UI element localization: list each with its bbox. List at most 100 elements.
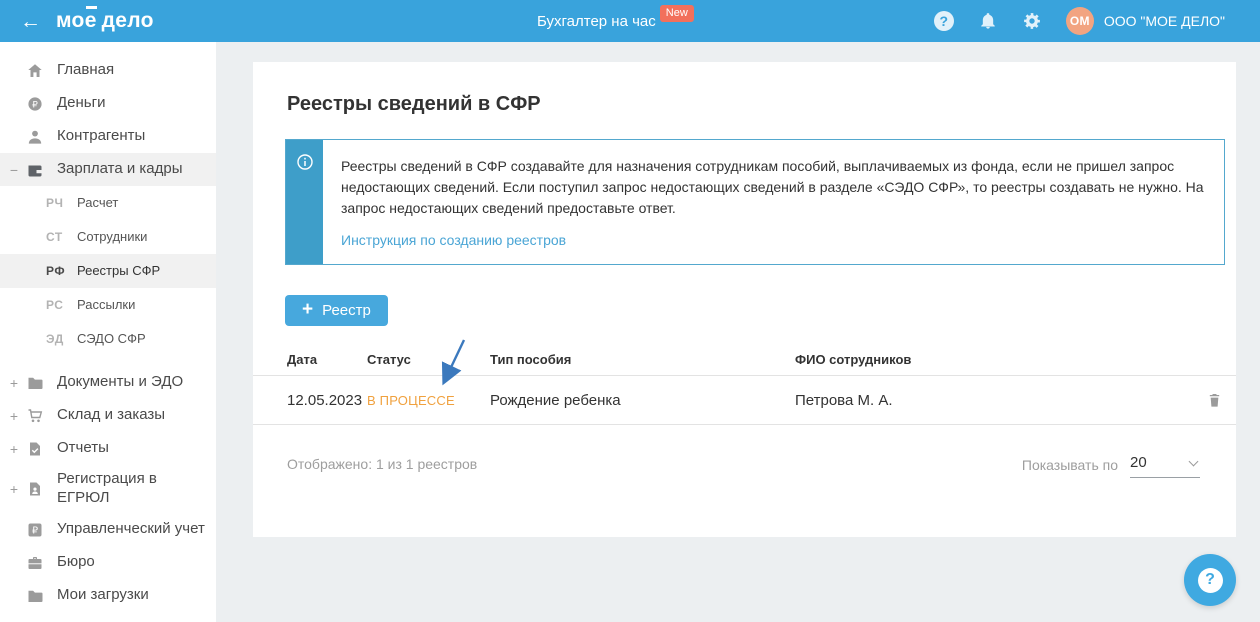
- sidebar-item-label: Деньги: [57, 94, 106, 112]
- sidebar-item-sedo-sfr[interactable]: ЭД СЭДО СФР: [0, 322, 216, 356]
- svg-text:₽: ₽: [32, 525, 38, 536]
- sidebar-item-contractors[interactable]: Контрагенты: [0, 120, 216, 153]
- bell-icon[interactable]: [978, 11, 998, 31]
- money-icon: ₽: [26, 95, 44, 113]
- per-page-control: Показывать по 20: [1022, 454, 1200, 478]
- header-actions: ? ОМ ООО "МОЕ ДЕЛО": [933, 0, 1225, 42]
- chevron-down-icon: [1188, 456, 1199, 466]
- sidebar-item-label: Реестры СФР: [77, 262, 161, 278]
- sidebar-item-label: Главная: [57, 61, 115, 79]
- help-icon[interactable]: ?: [933, 11, 954, 31]
- collapse-minus-icon[interactable]: −: [8, 162, 20, 178]
- sidebar-item-egrul-registration[interactable]: + Регистрация в ЕГРЮЛ: [0, 465, 216, 513]
- plus-icon: +: [302, 299, 314, 320]
- logo-accent-letter: е: [84, 9, 97, 32]
- top-header: ← мое дело Бухгалтер на час New ? ОМ ООО …: [0, 0, 1260, 42]
- promo-link[interactable]: Бухгалтер на час: [537, 13, 656, 30]
- info-box: Реестры сведений в СФР создавайте для на…: [285, 139, 1225, 265]
- add-registry-button[interactable]: + Реестр: [285, 295, 388, 326]
- sidebar-item-employees[interactable]: СТ Сотрудники: [0, 220, 216, 254]
- column-header: Тип пособия: [490, 352, 572, 367]
- sidebar-item-money[interactable]: ₽ Деньги: [0, 87, 216, 120]
- expand-plus-icon[interactable]: +: [8, 375, 20, 391]
- info-circle-icon: [296, 154, 313, 170]
- row-status-badge: В ПРОЦЕССЕ: [367, 392, 455, 408]
- sidebar-item-label: Управленческий учет: [57, 520, 205, 538]
- row-benefit-type: Рождение ребенка: [490, 391, 621, 409]
- table-header-row: Дата Статус Тип пособия ФИО сотрудников: [253, 344, 1236, 376]
- registry-table: Дата Статус Тип пособия ФИО сотрудников 12.…: [253, 344, 1236, 425]
- sidebar-item-label: Бюро: [57, 553, 95, 571]
- sidebar-item-salary[interactable]: − Зарплата и кадры: [0, 153, 216, 186]
- app-logo[interactable]: мое дело: [56, 9, 154, 33]
- content-card: Реестры сведений в СФР Реестры сведений …: [253, 62, 1236, 537]
- svg-text:₽: ₽: [32, 100, 38, 110]
- document-person-icon: [26, 480, 44, 498]
- shown-count: Отображено: 1 из 1 реестров: [287, 456, 478, 472]
- sidebar-item-warehouse-orders[interactable]: + Склад и заказы: [0, 399, 216, 432]
- row-date: 12.05.2023: [287, 391, 363, 409]
- company-name[interactable]: ООО "МОЕ ДЕЛО": [1104, 13, 1225, 29]
- sidebar-item-label: Отчеты: [57, 439, 109, 457]
- home-icon: [26, 62, 44, 80]
- sidebar-item-reports[interactable]: + Отчеты: [0, 432, 216, 465]
- sidebar: Главная ₽ Деньги Контрагенты − Зарплата и кад…: [0, 42, 216, 622]
- sidebar-item-label: Зарплата и кадры: [57, 160, 183, 178]
- info-body: Реестры сведений в СФР создавайте для на…: [323, 140, 1224, 264]
- add-registry-label: Реестр: [322, 302, 371, 319]
- back-arrow-icon[interactable]: ←: [20, 11, 41, 32]
- table-row[interactable]: 12.05.2023 В ПРОЦЕССЕ Рождение ребенка Петр…: [253, 376, 1236, 425]
- sidebar-item-label: Регистрация в ЕГРЮЛ: [57, 470, 157, 506]
- gear-icon[interactable]: [1022, 11, 1042, 31]
- sidebar-item-code: ЭД: [46, 332, 64, 346]
- sidebar-item-label: СЭДО СФР: [77, 330, 146, 346]
- briefcase-icon: [26, 554, 44, 572]
- new-badge: New: [659, 4, 694, 22]
- sidebar-item-code: СТ: [46, 230, 63, 244]
- sidebar-item-label: Сотрудники: [77, 228, 148, 244]
- sidebar-item-code: РС: [46, 298, 64, 312]
- sidebar-item-bureau[interactable]: Бюро: [0, 546, 216, 579]
- column-header: ФИО сотрудников: [795, 352, 912, 367]
- info-instruction-link[interactable]: Инструкция по созданию реестров: [341, 232, 566, 248]
- sidebar-item-calculation[interactable]: РЧ Расчет: [0, 186, 216, 220]
- sidebar-item-registries-sfr[interactable]: РФ Реестры СФР: [0, 254, 216, 288]
- sidebar-item-mailings[interactable]: РС Рассылки: [0, 288, 216, 322]
- sidebar-item-documents-edo[interactable]: + Документы и ЭДО: [0, 366, 216, 399]
- per-page-select[interactable]: 20: [1130, 454, 1200, 478]
- sidebar-item-management-accounting[interactable]: ₽ Управленческий учет: [0, 513, 216, 546]
- report-icon: [26, 440, 44, 458]
- sidebar-item-label: Контрагенты: [57, 127, 146, 145]
- sidebar-item-code: РЧ: [46, 196, 64, 210]
- sidebar-item-label: Склад и заказы: [57, 406, 166, 424]
- sidebar-item-label: Расчет: [77, 194, 119, 210]
- row-actions: [1192, 392, 1236, 409]
- contractors-icon: [26, 128, 44, 146]
- logo-text: мо: [56, 9, 85, 32]
- logo-suffix: дело: [101, 9, 154, 32]
- row-employees: Петрова М. А.: [795, 391, 893, 409]
- sidebar-item-my-downloads[interactable]: Мои загрузки: [0, 579, 216, 612]
- help-fab-button[interactable]: ?: [1184, 554, 1236, 606]
- sidebar-item-home[interactable]: Главная: [0, 54, 216, 87]
- folder-icon: [26, 374, 44, 392]
- trash-icon[interactable]: [1206, 392, 1222, 409]
- main-content: Реестры сведений в СФР Реестры сведений …: [216, 42, 1260, 622]
- avatar[interactable]: ОМ: [1065, 7, 1094, 35]
- expand-plus-icon[interactable]: +: [8, 441, 20, 457]
- header-center: Бухгалтер на час New: [537, 0, 694, 42]
- wallet-icon: [26, 161, 44, 179]
- sidebar-item-label: Рассылки: [77, 296, 136, 312]
- ruble-square-icon: ₽: [26, 521, 44, 539]
- expand-plus-icon[interactable]: +: [8, 481, 20, 497]
- sidebar-item-label: Документы и ЭДО: [57, 373, 184, 391]
- sidebar-item-label: Мои загрузки: [57, 586, 149, 604]
- folder-icon: [26, 587, 44, 605]
- column-header: Дата: [287, 352, 318, 367]
- column-header: Статус: [367, 352, 411, 367]
- page-title: Реестры сведений в СФР: [287, 93, 541, 115]
- sidebar-item-code: РФ: [46, 264, 66, 278]
- expand-plus-icon[interactable]: +: [8, 408, 20, 424]
- info-text: Реестры сведений в СФР создавайте для на…: [341, 158, 1204, 216]
- cart-icon: [26, 407, 44, 425]
